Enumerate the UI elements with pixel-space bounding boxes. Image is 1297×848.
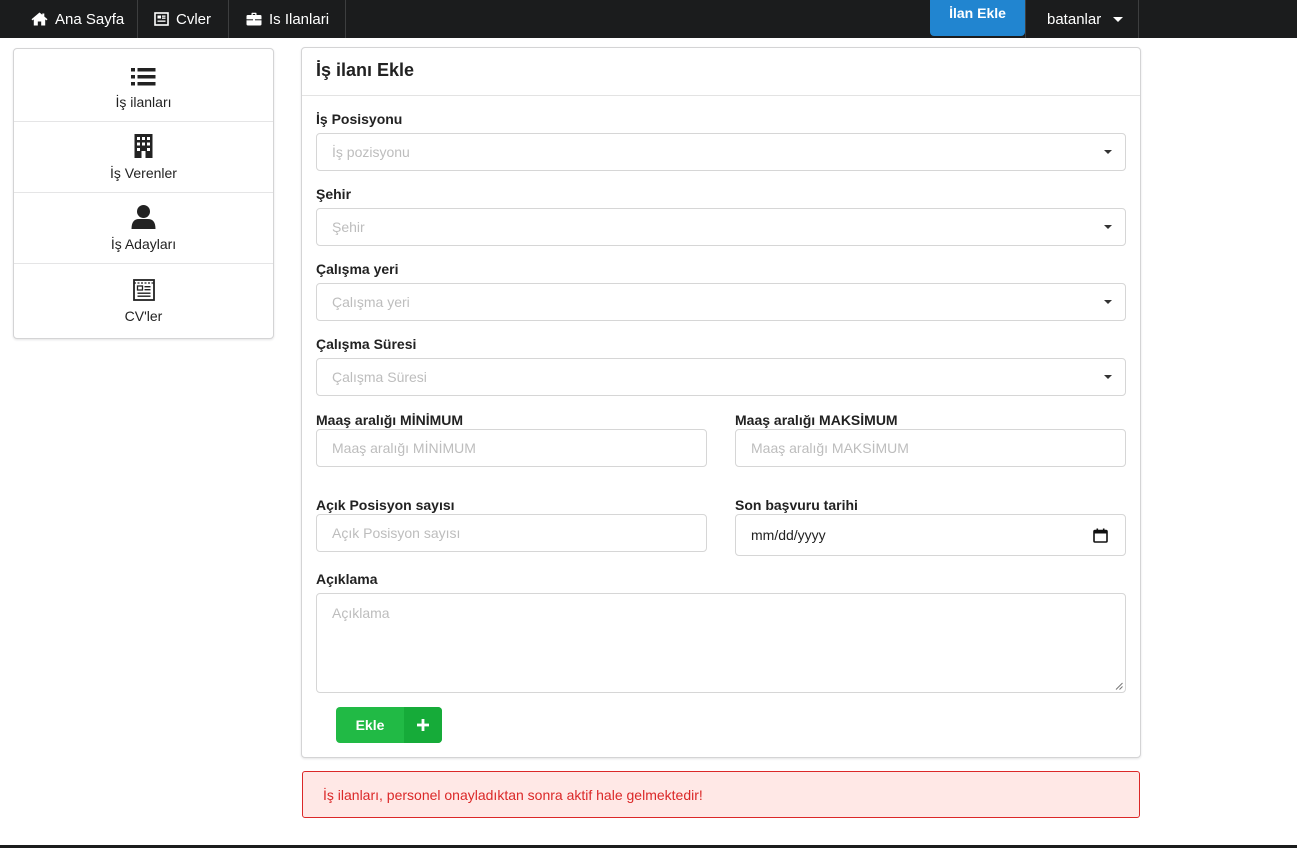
salary-max-placeholder: Maaş aralığı MAKSİMUM (751, 440, 909, 456)
workplace-placeholder: Çalışma yeri (332, 294, 410, 310)
dropdown-caret-icon (1104, 300, 1112, 304)
chevron-down-icon (1113, 17, 1124, 22)
salary-min-input[interactable]: Maaş aralığı MİNİMUM (316, 429, 707, 467)
nav-jobs-link[interactable]: Is Ilanlari (229, 0, 346, 38)
position-placeholder: İş pozisyonu (332, 144, 410, 160)
resize-grip-icon[interactable] (1115, 682, 1123, 690)
nav-home-label: Ana Sayfa (55, 10, 125, 28)
deadline-value: mm/dd/yyyy (751, 527, 826, 543)
deadline-label: Son başvuru tarihi (735, 497, 858, 513)
position-dropdown[interactable]: İş pozisyonu (316, 133, 1126, 171)
sidebar-item-label: İş Adayları (110, 236, 177, 252)
building-icon (134, 134, 153, 158)
add-job-form-card: İş ilanı Ekle İş Posisyonu İş pozisyonu … (301, 47, 1141, 758)
approval-warning-text: İş ilanları, personel onayladıktan sonra… (323, 786, 703, 803)
top-navbar: Ana Sayfa Cvler Is Ilanlari İlan Ekle ba… (0, 0, 1297, 38)
duration-placeholder: Çalışma Süresi (332, 369, 427, 385)
card-header-divider (302, 95, 1140, 96)
salary-min-label: Maaş aralığı MİNİMUM (316, 412, 464, 428)
add-listing-button[interactable]: İlan Ekle (930, 0, 1025, 36)
description-placeholder: Açıklama (332, 605, 390, 621)
approval-warning-message: İş ilanları, personel onayladıktan sonra… (302, 771, 1140, 818)
user-icon (131, 205, 156, 229)
deadline-date-input[interactable]: mm/dd/yyyy (735, 514, 1126, 556)
salary-max-input[interactable]: Maaş aralığı MAKSİMUM (735, 429, 1126, 467)
briefcase-icon (246, 12, 262, 26)
city-placeholder: Şehir (332, 219, 365, 235)
nav-cvs-link[interactable]: Cvler (138, 0, 229, 38)
plus-icon (404, 707, 442, 743)
newspaper-icon (132, 279, 155, 301)
sidebar-menu: İş ilanları İş Verenler İş Adayları CV'l… (13, 48, 274, 339)
form-title: İş ilanı Ekle (316, 60, 415, 80)
dropdown-caret-icon (1104, 150, 1112, 154)
workplace-label: Çalışma yeri (316, 261, 399, 277)
nav-cvs-label: Cvler (176, 10, 212, 28)
cv-list-icon (154, 12, 169, 26)
sidebar-item-employers[interactable]: İş Verenler (14, 134, 273, 181)
user-name-label: batanlar (1047, 10, 1102, 28)
description-textarea[interactable]: Açıklama (316, 593, 1126, 693)
dropdown-caret-icon (1104, 375, 1112, 379)
salary-min-placeholder: Maaş aralığı MİNİMUM (332, 440, 476, 456)
nav-jobs-label: Is Ilanlari (269, 10, 330, 28)
submit-button-label: Ekle (355, 717, 385, 733)
dropdown-caret-icon (1104, 225, 1112, 229)
open-positions-input[interactable]: Açık Posisyon sayısı (316, 514, 707, 552)
nav-home-link[interactable]: Ana Sayfa (12, 0, 138, 38)
sidebar-item-candidates[interactable]: İş Adayları (14, 205, 273, 252)
position-label: İş Posisyonu (316, 111, 403, 127)
user-menu-dropdown[interactable]: batanlar (1025, 0, 1139, 38)
sidebar-divider (14, 121, 273, 122)
list-icon (131, 68, 156, 86)
duration-label: Çalışma Süresi (316, 336, 417, 352)
city-dropdown[interactable]: Şehir (316, 208, 1126, 246)
sidebar-item-cvs[interactable]: CV'ler (14, 277, 273, 324)
salary-max-label: Maaş aralığı MAKSİMUM (735, 412, 898, 428)
sidebar-item-label: İş Verenler (110, 165, 177, 181)
sidebar-divider (14, 263, 273, 264)
calendar-icon[interactable] (1093, 528, 1108, 543)
sidebar-item-label: CV'ler (124, 308, 163, 324)
city-label: Şehir (316, 186, 352, 202)
duration-dropdown[interactable]: Çalışma Süresi (316, 358, 1126, 396)
home-icon (31, 12, 48, 26)
submit-button[interactable]: Ekle (336, 707, 442, 743)
description-label: Açıklama (316, 571, 378, 587)
sidebar-divider (14, 192, 273, 193)
open-positions-placeholder: Açık Posisyon sayısı (332, 525, 461, 541)
workplace-dropdown[interactable]: Çalışma yeri (316, 283, 1126, 321)
open-positions-label: Açık Posisyon sayısı (316, 497, 455, 513)
sidebar-item-job-listings[interactable]: İş ilanları (14, 63, 273, 110)
sidebar-item-label: İş ilanları (115, 94, 172, 110)
